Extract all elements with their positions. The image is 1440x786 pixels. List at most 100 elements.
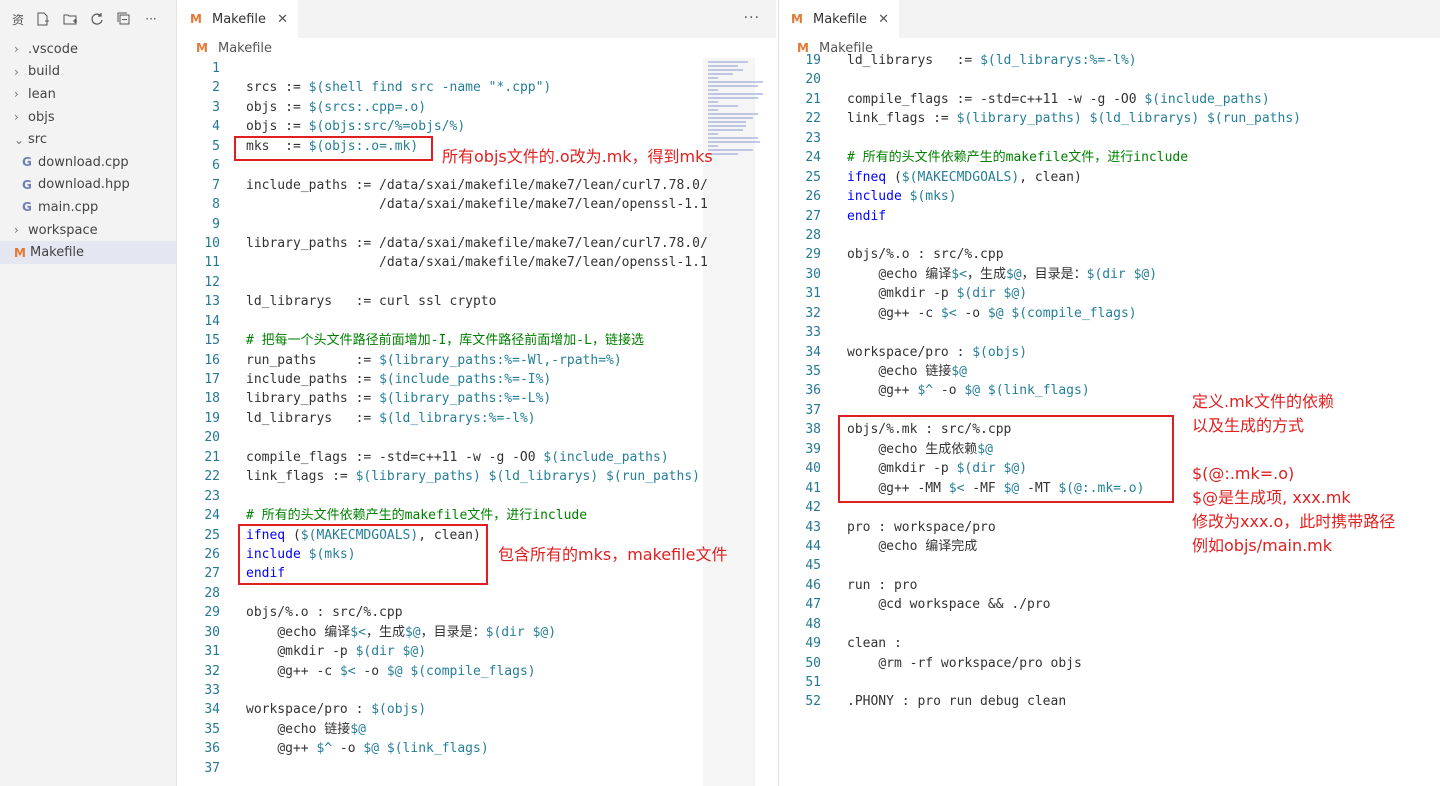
line-number: 28 bbox=[204, 585, 220, 601]
more-icon[interactable]: ··· bbox=[143, 11, 159, 27]
code-line[interactable]: 27 endif bbox=[779, 207, 1440, 226]
code-line[interactable]: 18 library_paths := $(library_paths:%=-L%… bbox=[178, 389, 776, 408]
new-folder-icon[interactable] bbox=[62, 11, 78, 27]
line-number: 37 bbox=[805, 402, 821, 418]
code-line[interactable]: 34 workspace/pro : $(objs) bbox=[178, 700, 776, 719]
tree-item-label: workspace bbox=[28, 222, 98, 238]
line-number: 40 bbox=[805, 461, 821, 477]
more-actions-icon[interactable]: ··· bbox=[744, 10, 760, 26]
code-line[interactable]: 29 objs/%.o : src/%.cpp bbox=[779, 245, 1440, 264]
refresh-icon[interactable] bbox=[89, 11, 105, 27]
tree-item-main-cpp[interactable]: Gmain.cpp bbox=[0, 196, 176, 219]
code-line[interactable]: 49 clean : bbox=[779, 634, 1440, 653]
tree-item-download-hpp[interactable]: Gdownload.hpp bbox=[0, 174, 176, 197]
code-line[interactable]: 29 objs/%.o : src/%.cpp bbox=[178, 603, 776, 622]
right-code-area[interactable]: 19 ld_librarys := $(ld_librarys:%=-l%) 20 2… bbox=[779, 51, 1440, 712]
line-number: 36 bbox=[204, 741, 220, 757]
code-line[interactable]: 21 compile_flags := -std=c++11 -w -g -O0 … bbox=[178, 448, 776, 467]
code-line[interactable]: 20 bbox=[178, 428, 776, 447]
tab-makefile-right[interactable]: M Makefile ✕ bbox=[779, 0, 899, 38]
collapse-all-icon[interactable] bbox=[116, 11, 132, 27]
tab-label: Makefile bbox=[813, 11, 868, 27]
close-icon[interactable]: ✕ bbox=[878, 12, 889, 27]
code-line[interactable]: 12 bbox=[178, 273, 776, 292]
code-line[interactable]: 32 @g++ -c $< -o $@ $(compile_flags) bbox=[779, 304, 1440, 323]
code-line[interactable]: 9 bbox=[178, 215, 776, 234]
code-line[interactable]: 7 include_paths := /data/sxai/makefile/ma… bbox=[178, 176, 776, 195]
code-line[interactable]: 32 @g++ -c $< -o $@ $(compile_flags) bbox=[178, 662, 776, 681]
code-line[interactable]: 22 link_flags := $(library_paths) $(ld_li… bbox=[178, 467, 776, 486]
code-line[interactable]: 2 srcs := $(shell find src -name "*.cpp") bbox=[178, 78, 776, 97]
code-line[interactable]: 19 ld_librarys := $(ld_librarys:%=-l%) bbox=[178, 409, 776, 428]
code-line[interactable]: 28 bbox=[779, 226, 1440, 245]
code-line[interactable]: 24 # 所有的头文件依赖产生的makefile文件，进行include bbox=[779, 148, 1440, 167]
code-line[interactable]: 24 # 所有的头文件依赖产生的makefile文件，进行include bbox=[178, 506, 776, 525]
code-line[interactable]: 37 bbox=[178, 759, 776, 778]
line-text: library_paths := $(library_paths:%=-L%) bbox=[246, 391, 552, 407]
makefile-icon: M bbox=[196, 41, 208, 55]
highlight-box-mk-rule bbox=[838, 415, 1174, 503]
code-line[interactable]: 50 @rm -rf workspace/pro objs bbox=[779, 654, 1440, 673]
line-text: link_flags := $(library_paths) $(ld_libr… bbox=[847, 111, 1301, 127]
line-text: objs := $(srcs:.cpp=.o) bbox=[246, 99, 427, 115]
tab-makefile-left[interactable]: M Makefile ✕ bbox=[178, 0, 298, 38]
code-line[interactable]: 26 include $(mks) bbox=[779, 187, 1440, 206]
code-line[interactable]: 14 bbox=[178, 312, 776, 331]
code-line[interactable]: 31 @mkdir -p $(dir $@) bbox=[178, 642, 776, 661]
line-number: 52 bbox=[805, 694, 821, 710]
code-line[interactable]: 36 @g++ $^ -o $@ $(link_flags) bbox=[178, 739, 776, 758]
code-line[interactable]: 8 /data/sxai/makefile/make7/lean/openssl… bbox=[178, 195, 776, 214]
code-line[interactable]: 20 bbox=[779, 70, 1440, 89]
tree-item-objs[interactable]: › objs bbox=[0, 106, 176, 129]
code-line[interactable]: 35 @echo 链接$@ bbox=[178, 720, 776, 739]
line-text: run : pro bbox=[847, 577, 918, 593]
tree-item-label: main.cpp bbox=[38, 199, 99, 215]
code-line[interactable]: 46 run : pro bbox=[779, 576, 1440, 595]
code-line[interactable]: 35 @echo 链接$@ bbox=[779, 362, 1440, 381]
code-line[interactable]: 22 link_flags := $(library_paths) $(ld_li… bbox=[779, 109, 1440, 128]
code-line[interactable]: 19 ld_librarys := $(ld_librarys:%=-l%) bbox=[779, 51, 1440, 70]
tree-item-lean[interactable]: › lean bbox=[0, 83, 176, 106]
tree-item-label: .vscode bbox=[28, 41, 78, 57]
code-line[interactable]: 16 run_paths := $(library_paths:%=-Wl,-rp… bbox=[178, 351, 776, 370]
code-line[interactable]: 10 library_paths := /data/sxai/makefile/m… bbox=[178, 234, 776, 253]
code-line[interactable]: 33 bbox=[779, 323, 1440, 342]
code-line[interactable]: 31 @mkdir -p $(dir $@) bbox=[779, 284, 1440, 303]
line-number: 33 bbox=[805, 325, 821, 341]
code-line[interactable]: 1 bbox=[178, 59, 776, 78]
line-text: ld_librarys := $(ld_librarys:%=-l%) bbox=[847, 53, 1137, 68]
code-line[interactable]: 51 bbox=[779, 673, 1440, 692]
line-number: 10 bbox=[204, 235, 220, 251]
code-line[interactable]: 45 bbox=[779, 556, 1440, 575]
code-line[interactable]: 15 # 把每一个头文件路径前面增加-I，库文件路径前面增加-L，链接选 bbox=[178, 331, 776, 350]
code-line[interactable]: 23 bbox=[178, 487, 776, 506]
tree-item-download-cpp[interactable]: Gdownload.cpp bbox=[0, 151, 176, 174]
tree-item-build[interactable]: › build bbox=[0, 61, 176, 84]
breadcrumb-file[interactable]: Makefile bbox=[218, 41, 272, 56]
code-line[interactable]: 48 bbox=[779, 615, 1440, 634]
code-line[interactable]: 3 objs := $(srcs:.cpp=.o) bbox=[178, 98, 776, 117]
code-line[interactable]: 52 .PHONY : pro run debug clean bbox=[779, 692, 1440, 711]
line-text: include_paths := /data/sxai/makefile/mak… bbox=[246, 177, 708, 193]
tree-item-workspace[interactable]: › workspace bbox=[0, 219, 176, 242]
code-line[interactable]: 28 bbox=[178, 584, 776, 603]
code-line[interactable]: 23 bbox=[779, 129, 1440, 148]
line-number: 25 bbox=[805, 169, 821, 185]
code-line[interactable]: 30 @echo 编译$<，生成$@，目录是：$(dir $@) bbox=[779, 265, 1440, 284]
code-line[interactable]: 47 @cd workspace && ./pro bbox=[779, 595, 1440, 614]
code-line[interactable]: 13 ld_librarys := curl ssl crypto bbox=[178, 292, 776, 311]
code-line[interactable]: 33 bbox=[178, 681, 776, 700]
close-icon[interactable]: ✕ bbox=[277, 12, 288, 27]
code-line[interactable]: 21 compile_flags := -std=c++11 -w -g -O0 … bbox=[779, 90, 1440, 109]
code-line[interactable]: 4 objs := $(objs:src/%=objs/%) bbox=[178, 117, 776, 136]
tree-item-vscode[interactable]: › .vscode bbox=[0, 38, 176, 61]
code-line[interactable]: 17 include_paths := $(include_paths:%=-I%… bbox=[178, 370, 776, 389]
new-file-icon[interactable] bbox=[35, 11, 51, 27]
code-line[interactable]: 30 @echo 编译$<，生成$@，目录是：$(dir $@) bbox=[178, 623, 776, 642]
code-line[interactable]: 11 /data/sxai/makefile/make7/lean/openss… bbox=[178, 253, 776, 272]
code-line[interactable]: 34 workspace/pro : $(objs) bbox=[779, 343, 1440, 362]
tree-item-src[interactable]: ⌄ src bbox=[0, 128, 176, 151]
chevron-right-icon: › bbox=[14, 64, 19, 79]
code-line[interactable]: 25 ifneq ($(MAKECMDGOALS), clean) bbox=[779, 168, 1440, 187]
tree-item-makefile[interactable]: M Makefile bbox=[0, 241, 176, 264]
